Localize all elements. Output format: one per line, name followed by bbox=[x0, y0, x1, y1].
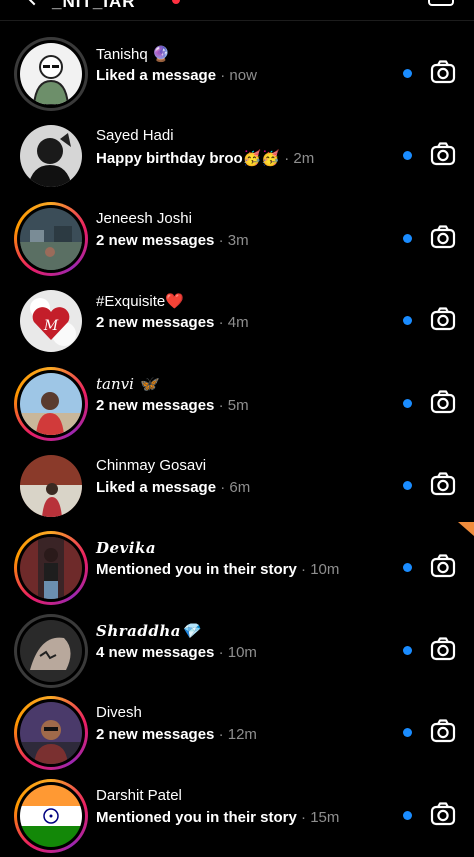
avatar bbox=[20, 43, 82, 105]
conversation-name: Sayed Hadi bbox=[96, 127, 174, 145]
avatar: M bbox=[20, 290, 82, 353]
unread-dot bbox=[403, 563, 412, 573]
preview-time: · 15m bbox=[301, 808, 340, 826]
new-message-icon[interactable] bbox=[428, 0, 454, 6]
unread-dot bbox=[403, 481, 412, 490]
unread-dot bbox=[403, 316, 412, 326]
avatar-ring[interactable] bbox=[14, 696, 88, 771]
conversation-name: Chinmay Gosavi bbox=[96, 457, 207, 474]
camera-icon[interactable] bbox=[430, 471, 456, 497]
unread-dot bbox=[403, 151, 412, 161]
conversation-preview: 2 new messages · 12m bbox=[96, 726, 257, 743]
preview-time: · 6m bbox=[220, 479, 251, 496]
preview-time: · now bbox=[220, 67, 257, 84]
camera-icon[interactable] bbox=[430, 636, 456, 662]
preview-message: Mentioned you in their story bbox=[96, 561, 297, 579]
preview-message: Mentioned you in their story bbox=[96, 808, 297, 826]
preview-time: · 10m bbox=[218, 643, 257, 661]
unread-dot bbox=[403, 398, 412, 408]
conversation-name: Shraddha💎 bbox=[96, 621, 201, 640]
avatar bbox=[20, 455, 82, 517]
avatar-ring[interactable] bbox=[14, 449, 88, 523]
unread-dot bbox=[403, 69, 412, 78]
preview-time: · 3m bbox=[218, 231, 249, 249]
conversation-row[interactable]: Darshit Patel Mentioned you in their stor… bbox=[0, 775, 474, 857]
unread-dot bbox=[403, 233, 412, 243]
preview-time: · 5m bbox=[218, 396, 249, 414]
conversation-preview: Happy birthday broo🥳🥳 · 2m bbox=[96, 149, 314, 167]
conversation-preview: 2 new messages · 3m bbox=[96, 232, 249, 249]
username-title[interactable]: _NIT_IAR bbox=[52, 0, 136, 12]
avatar-ring[interactable]: M bbox=[14, 284, 88, 358]
camera-icon[interactable] bbox=[430, 224, 456, 250]
preview-message: 2 new messages bbox=[96, 314, 215, 332]
conversation-name: tanvi 🦋 bbox=[96, 374, 158, 393]
top-bar: _NIT_IAR bbox=[0, 0, 474, 21]
avatar-ring[interactable] bbox=[14, 613, 88, 688]
conversation-name: #Exquisite❤️ bbox=[96, 293, 184, 311]
conversation-preview: Liked a message · 6m bbox=[96, 479, 250, 496]
preview-message: 2 new messages bbox=[96, 396, 215, 414]
preview-time: · 12m bbox=[218, 726, 257, 744]
conversation-row[interactable]: M #Exquisite❤️ 2 new messages · 4m bbox=[0, 280, 474, 362]
preview-message: 2 new messages bbox=[96, 726, 215, 744]
back-arrow-icon[interactable] bbox=[22, 0, 46, 6]
camera-icon[interactable] bbox=[430, 306, 456, 332]
conversation-name: Tanishq 🔮 bbox=[96, 46, 171, 63]
conversation-row[interactable]: Devika Mentioned you in their story · 10m bbox=[0, 527, 474, 609]
camera-icon[interactable] bbox=[430, 141, 456, 167]
conversation-row[interactable]: Jeneesh Joshi 2 new messages · 3m bbox=[0, 198, 474, 280]
avatar-ring[interactable] bbox=[14, 531, 88, 606]
preview-message: 4 new messages bbox=[96, 643, 215, 661]
conversation-row[interactable]: Divesh 2 new messages · 12m bbox=[0, 692, 474, 774]
avatar bbox=[20, 125, 82, 188]
conversation-preview: 2 new messages · 4m bbox=[96, 314, 249, 331]
conversation-preview: Liked a message · now bbox=[96, 67, 257, 84]
avatar bbox=[20, 207, 82, 270]
avatar bbox=[20, 372, 82, 435]
conversation-preview: Mentioned you in their story · 10m bbox=[96, 561, 339, 578]
camera-icon[interactable] bbox=[430, 801, 456, 827]
unread-dot bbox=[403, 728, 412, 738]
preview-message: 2 new messages bbox=[96, 231, 215, 249]
conversation-preview: 4 new messages · 10m bbox=[96, 644, 257, 661]
avatar-ring[interactable] bbox=[14, 778, 88, 853]
svg-text:M: M bbox=[43, 318, 59, 334]
preview-message: Liked a message bbox=[96, 479, 217, 496]
conversation-row[interactable]: Tanishq 🔮 Liked a message · now bbox=[0, 33, 474, 115]
conversation-name: Devika bbox=[96, 539, 157, 558]
preview-message: Happy birthday broo🥳🥳 bbox=[96, 150, 281, 168]
unread-dot bbox=[403, 810, 412, 820]
camera-icon[interactable] bbox=[430, 389, 456, 415]
conversation-row[interactable]: Shraddha💎 4 new messages · 10m bbox=[0, 610, 474, 692]
conversation-name: Darshit Patel bbox=[96, 786, 182, 804]
conversation-name: Divesh bbox=[96, 704, 142, 722]
avatar-ring[interactable] bbox=[14, 201, 88, 276]
conversation-name: Jeneesh Joshi bbox=[96, 209, 192, 227]
preview-time: · 10m bbox=[301, 561, 340, 579]
conversation-row[interactable]: Chinmay Gosavi Liked a message · 6m bbox=[0, 445, 474, 527]
avatar-ring[interactable] bbox=[14, 37, 88, 111]
avatar bbox=[20, 702, 82, 765]
avatar bbox=[20, 784, 82, 847]
conversation-row[interactable]: tanvi 🦋 2 new messages · 5m bbox=[0, 363, 474, 445]
notification-dot bbox=[172, 0, 180, 4]
unread-dot bbox=[403, 645, 412, 655]
conversation-preview: 2 new messages · 5m bbox=[96, 397, 249, 414]
avatar-ring[interactable] bbox=[14, 119, 88, 193]
avatar bbox=[20, 619, 82, 682]
preview-time: · 2m bbox=[284, 150, 315, 168]
avatar bbox=[20, 537, 82, 600]
camera-icon[interactable] bbox=[430, 59, 456, 85]
corner-indicator bbox=[458, 522, 474, 536]
avatar-ring[interactable] bbox=[14, 366, 88, 441]
preview-message: Liked a message bbox=[96, 67, 217, 84]
camera-icon[interactable] bbox=[430, 553, 456, 579]
camera-icon[interactable] bbox=[430, 718, 456, 744]
preview-time: · 4m bbox=[218, 314, 249, 332]
conversation-row[interactable]: Sayed Hadi Happy birthday broo🥳🥳 · 2m bbox=[0, 115, 474, 197]
conversation-preview: Mentioned you in their story · 15m bbox=[96, 809, 339, 826]
